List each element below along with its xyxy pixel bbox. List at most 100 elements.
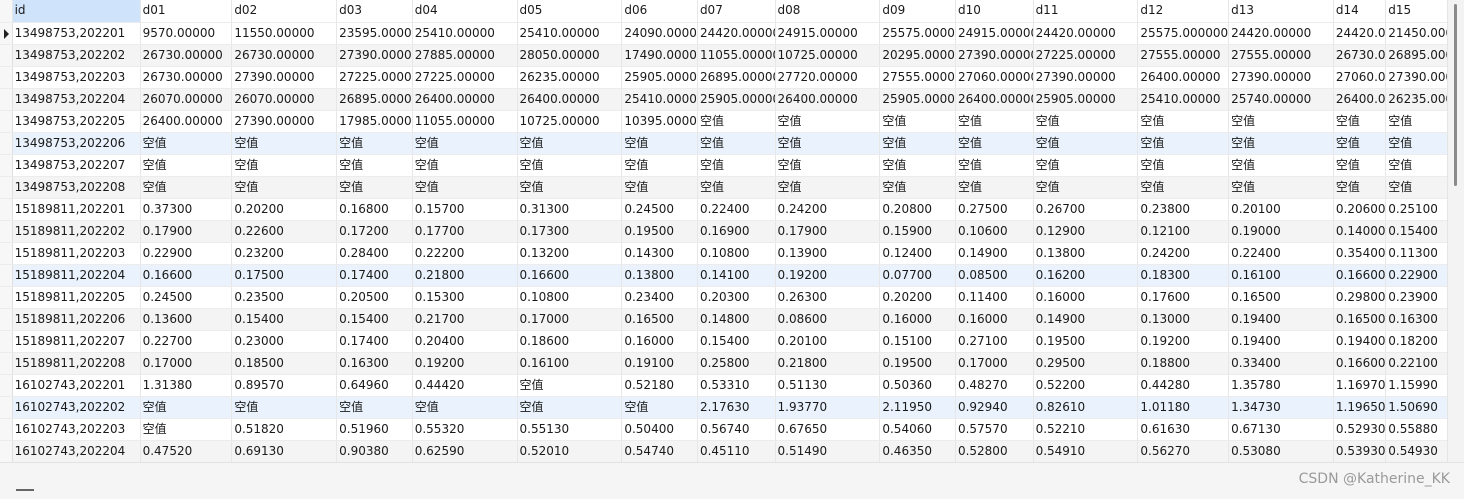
table-cell[interactable]: 0.26300 — [775, 286, 881, 309]
table-cell[interactable]: 26400.00000 — [955, 88, 1034, 111]
table-row[interactable]: 13498753,202202 26730.00000 26730.00000 273… — [0, 44, 1448, 67]
table-cell[interactable]: 24090.00000 — [621, 22, 698, 45]
table-cell[interactable]: 25905.00000 — [621, 66, 698, 89]
table-cell[interactable]: 1.16970 — [1333, 374, 1387, 397]
table-cell[interactable]: 15189811,202207 — [12, 330, 141, 353]
table-cell[interactable]: 16102743,202202 — [12, 396, 141, 419]
table-cell[interactable]: 0.52200 — [1033, 374, 1139, 397]
table-cell[interactable]: 1.93770 — [775, 396, 881, 419]
table-cell[interactable]: 26400.00000 — [775, 88, 881, 111]
table-cell[interactable]: 0.24200 — [1137, 242, 1230, 265]
table-cell[interactable]: 0.16500 — [621, 308, 698, 331]
table-cell[interactable]: 空值 — [140, 132, 233, 155]
table-row[interactable]: 16102743,202204 0.47520 0.69130 0.90380 0.62… — [0, 440, 1448, 462]
table-cell[interactable]: 0.16000 — [955, 308, 1034, 331]
table-cell[interactable]: 26895.00000 — [1385, 44, 1448, 67]
column-header-d12[interactable]: d12 — [1137, 0, 1230, 23]
table-cell[interactable]: 空值 — [1137, 110, 1230, 133]
table-cell[interactable]: 空值 — [879, 176, 956, 199]
table-cell[interactable]: 0.48270 — [955, 374, 1034, 397]
table-cell[interactable]: 0.20800 — [879, 198, 956, 221]
column-header-d05[interactable]: d05 — [517, 0, 623, 23]
table-cell[interactable]: 0.20100 — [1228, 198, 1334, 221]
table-cell[interactable]: 空值 — [1385, 132, 1448, 155]
table-cell[interactable]: 空值 — [336, 396, 413, 419]
table-cell[interactable]: 24420.0000 — [1333, 22, 1387, 45]
table-cell[interactable]: 空值 — [955, 176, 1034, 199]
table-cell[interactable]: 空值 — [697, 176, 776, 199]
table-cell[interactable]: 13498753,202208 — [12, 176, 141, 199]
table-row[interactable]: 13498753,202204 26070.00000 26070.00000 268… — [0, 88, 1448, 111]
row-selector[interactable] — [0, 286, 13, 309]
table-cell[interactable]: 空值 — [1333, 154, 1387, 177]
table-cell[interactable]: 0.10600 — [955, 220, 1034, 243]
table-cell[interactable]: 0.55130 — [517, 418, 623, 441]
table-cell[interactable]: 0.16600 — [1333, 264, 1387, 287]
table-row[interactable]: 15189811,202206 0.13600 0.15400 0.15400 0.21… — [0, 308, 1448, 331]
table-cell[interactable]: 26400.00000 — [1137, 66, 1230, 89]
table-cell[interactable]: 0.16500 — [1228, 286, 1334, 309]
table-cell[interactable]: 0.51820 — [231, 418, 338, 441]
column-header-d10[interactable]: d10 — [955, 0, 1034, 23]
table-cell[interactable]: 0.20100 — [775, 330, 881, 353]
table-cell[interactable]: 0.23000 — [231, 330, 338, 353]
table-cell[interactable]: 0.13000 — [1137, 308, 1230, 331]
table-cell[interactable]: 0.16200 — [1033, 264, 1139, 287]
table-cell[interactable]: 0.14000 — [1333, 220, 1387, 243]
table-cell[interactable]: 26400.00000 — [140, 110, 233, 133]
table-cell[interactable]: 20295.00000 — [879, 44, 956, 67]
table-cell[interactable]: 空值 — [1137, 132, 1230, 155]
table-cell[interactable]: 0.29800 — [1333, 286, 1387, 309]
table-cell[interactable]: 0.19400 — [1228, 330, 1334, 353]
table-cell[interactable]: 25410.00000 — [621, 88, 698, 111]
table-cell[interactable]: 空值 — [412, 396, 518, 419]
table-row[interactable]: 13498753,202208 空值 空值 空值 空值 空值 空值 空值 空值 空值 空值 空值 空值空… — [0, 176, 1448, 199]
table-cell[interactable]: 10395.00000 — [621, 110, 698, 133]
table-cell[interactable]: 26730.00000 — [140, 66, 233, 89]
column-header-d03[interactable]: d03 — [336, 0, 413, 23]
table-cell[interactable]: 26400.0000 — [1333, 88, 1387, 111]
table-cell[interactable]: 0.89570 — [231, 374, 338, 397]
row-selector[interactable] — [0, 176, 13, 199]
table-cell[interactable]: 0.20400 — [412, 330, 518, 353]
table-cell[interactable]: 0.23400 — [621, 286, 698, 309]
table-cell[interactable]: 0.17400 — [336, 264, 413, 287]
table-cell[interactable]: 0.15400 — [231, 308, 338, 331]
table-cell[interactable]: 0.15400 — [336, 308, 413, 331]
table-cell[interactable]: 24420.00000 — [1033, 22, 1139, 45]
table-cell[interactable]: 0.19400 — [1333, 330, 1387, 353]
table-cell[interactable]: 0.52800 — [955, 440, 1034, 462]
table-cell[interactable]: 0.51490 — [775, 440, 881, 462]
table-cell[interactable]: 0.11300 — [1385, 242, 1448, 265]
table-cell[interactable]: 1.50690 — [1385, 396, 1448, 419]
table-cell[interactable]: 0.19200 — [775, 264, 881, 287]
table-cell[interactable]: 0.18800 — [1137, 352, 1230, 375]
table-cell[interactable]: 0.24500 — [140, 286, 233, 309]
table-cell[interactable]: 1.19650 — [1333, 396, 1387, 419]
table-row[interactable]: 15189811,202202 0.17900 0.22600 0.17200 0.17… — [0, 220, 1448, 243]
table-cell[interactable]: 0.52210 — [1033, 418, 1139, 441]
table-cell[interactable]: 25575.000000 — [1137, 22, 1230, 45]
table-cell[interactable]: 25410.00000 — [1137, 88, 1230, 111]
table-cell[interactable]: 0.12900 — [1033, 220, 1139, 243]
table-cell[interactable]: 空值 — [955, 154, 1034, 177]
table-cell[interactable]: 17985.00000 — [336, 110, 413, 133]
table-cell[interactable]: 10725.00000 — [775, 44, 881, 67]
table-cell[interactable]: 11055.00000 — [412, 110, 518, 133]
table-cell[interactable]: 26730.0000 — [1333, 44, 1387, 67]
table-cell[interactable]: 0.52010 — [517, 440, 623, 462]
table-cell[interactable]: 0.22900 — [1385, 264, 1448, 287]
table-cell[interactable]: 0.16000 — [1033, 286, 1139, 309]
table-cell[interactable]: 10725.00000 — [517, 110, 623, 133]
table-cell[interactable]: 0.52930 — [1333, 418, 1387, 441]
table-cell[interactable]: 空值 — [517, 396, 623, 419]
table-cell[interactable]: 26895.00000 — [336, 88, 413, 111]
table-cell[interactable]: 空值 — [1228, 110, 1334, 133]
table-cell[interactable]: 24915.00000 — [955, 22, 1034, 45]
table-cell[interactable]: 0.27500 — [955, 198, 1034, 221]
table-row[interactable]: 13498753,202203 26730.00000 27390.00000 272… — [0, 66, 1448, 89]
table-cell[interactable]: 1.31380 — [140, 374, 233, 397]
table-cell[interactable]: 27390.00000 — [1228, 66, 1334, 89]
table-cell[interactable]: 空值 — [621, 132, 698, 155]
table-cell[interactable]: 空值 — [140, 176, 233, 199]
